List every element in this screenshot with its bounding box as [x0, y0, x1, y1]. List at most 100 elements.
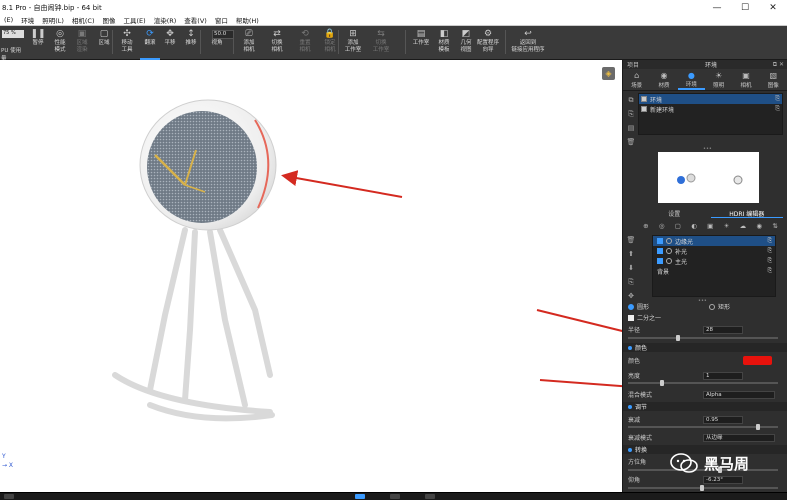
light-visible-checkbox[interactable] [657, 248, 663, 254]
back-to-app-button[interactable]: ↩ 返回到 链接应用程序 [510, 28, 546, 58]
tab-environment[interactable]: ● 环境 [677, 69, 705, 90]
menu-tools[interactable]: 工具(E) [120, 15, 150, 25]
tab-camera[interactable]: ▣ 相机 [732, 69, 759, 90]
color-section-header[interactable]: 颜色 [623, 343, 787, 352]
close-button[interactable]: ✕ [759, 0, 787, 15]
start-icon[interactable] [4, 494, 14, 499]
taskbar-app-icon[interactable] [355, 494, 365, 499]
tab-scene[interactable]: ⌂ 场景 [623, 69, 650, 90]
list-item[interactable]: 环境 ⎘ [639, 94, 782, 104]
tab-materials[interactable]: ◉ 材质 [650, 69, 677, 90]
fov-input[interactable]: 50.0 [212, 30, 234, 39]
menu-render[interactable]: 渲染(R) [150, 15, 181, 25]
tab-image[interactable]: ▧ 图像 [760, 69, 787, 90]
hdri-preview[interactable] [658, 152, 759, 203]
half-checkbox[interactable] [628, 314, 634, 321]
sphere-icon[interactable]: ◉ [756, 222, 762, 231]
elevation-label: 仰角 [628, 477, 641, 484]
menu-view[interactable]: 查看(V) [180, 15, 211, 25]
list-item[interactable]: 新建环境 ⎘ [639, 104, 782, 114]
move-up-icon[interactable]: ⬆ [628, 250, 634, 264]
light-visible-checkbox[interactable] [657, 258, 663, 264]
move-down-icon[interactable]: ⬇ [628, 264, 634, 278]
add-workspace-button[interactable]: ⊞ 添加 工作室 [341, 28, 365, 58]
radius-input[interactable]: 28 [703, 325, 743, 334]
circle-light-icon[interactable]: ◎ [659, 222, 665, 231]
sort-icon[interactable]: ⇅ [772, 222, 777, 231]
slider-handle[interactable] [660, 380, 664, 386]
image-light-icon[interactable]: ▣ [707, 222, 713, 231]
slider-handle[interactable] [756, 424, 760, 430]
render-viewport[interactable]: ◈ Y → X [0, 60, 622, 492]
pause-button[interactable]: ❚❚ 暂停 [26, 28, 50, 58]
viewport-settings-icon[interactable]: ◈ [602, 67, 615, 80]
perf-button[interactable]: ◎ 性能 模式 [48, 28, 72, 58]
slider-handle[interactable] [700, 485, 704, 491]
switch-workspace-button[interactable]: ⇆ 切换 工作室 [369, 28, 393, 58]
shape-circle-radio[interactable] [628, 303, 634, 310]
paste-icon[interactable]: ▤ [628, 124, 635, 138]
adjust-section-header[interactable]: 调节 [623, 402, 787, 411]
env-link-icon[interactable]: ⎘ [775, 105, 780, 113]
rect-light-icon[interactable]: ▢ [675, 222, 681, 231]
menu-image[interactable]: 图像 [99, 15, 120, 25]
lock-icon[interactable]: ⎘ [768, 258, 772, 265]
falloff-mode-select[interactable]: 从边缘 [703, 433, 775, 442]
taskbar-app-icon[interactable] [425, 494, 435, 499]
blend-mode-select[interactable]: Alpha [703, 390, 775, 399]
sky-icon[interactable]: ☁ [740, 222, 747, 231]
config-wizard-button[interactable]: ⚙ 配置程序 向导 [476, 28, 500, 58]
panel-controls[interactable]: ⧉ ✕ [773, 61, 784, 69]
menu-edit[interactable]: (E) [0, 16, 17, 24]
shape-rect-radio[interactable] [709, 303, 716, 310]
add-camera-button[interactable]: ⎚ 添加 相机 [237, 28, 261, 58]
list-item[interactable]: 背景 ⎘ [653, 266, 775, 276]
menu-help[interactable]: 帮助(H) [232, 15, 263, 25]
gradient-icon[interactable]: ◐ [691, 222, 697, 231]
delete-icon[interactable]: 🗑 [627, 236, 636, 250]
delete-icon[interactable]: 🗑 [627, 138, 636, 152]
elevation-slider[interactable] [628, 485, 778, 491]
collapse-icon [628, 345, 632, 350]
list-item[interactable]: 边缘光 ⎘ [653, 236, 775, 246]
menu-window[interactable]: 窗口 [211, 15, 232, 25]
lock-icon[interactable]: ⎘ [768, 238, 772, 245]
falloff-slider[interactable] [628, 424, 778, 430]
slider-handle[interactable] [676, 335, 680, 341]
taskbar-app-icon[interactable] [390, 494, 400, 499]
lock-icon[interactable]: ⎘ [768, 268, 772, 275]
list-item[interactable]: 主光 ⎘ [653, 256, 775, 266]
region-cpu-button[interactable]: ▣ 区域 渲染 [70, 28, 94, 58]
geometry-view-button[interactable]: ◩ 几何 视图 [454, 28, 478, 58]
hdri-preview-canvas [677, 173, 743, 185]
menu-lighting[interactable]: 照明(L) [38, 15, 68, 25]
brightness-slider[interactable] [628, 380, 778, 386]
tab-settings[interactable]: 设置 [638, 209, 711, 218]
add-light-icon[interactable]: ⊕ [643, 222, 648, 231]
maximize-button[interactable]: ☐ [731, 0, 759, 15]
studio-button[interactable]: ▤ 工作室 [409, 28, 433, 58]
menu-camera[interactable]: 相机(C) [68, 15, 99, 25]
material-template-button[interactable]: ◧ 材质 模板 [432, 28, 456, 58]
minimize-button[interactable]: — [703, 0, 731, 15]
duplicate-icon[interactable]: ⎘ [628, 278, 634, 292]
falloff-input[interactable]: 0.95 [703, 415, 743, 424]
duplicate-icon[interactable]: ⎘ [628, 110, 634, 124]
light-visible-checkbox[interactable] [657, 238, 663, 244]
cpu-usage-select[interactable]: 75 % [2, 30, 24, 38]
list-item[interactable]: 补光 ⎘ [653, 246, 775, 256]
color-swatch[interactable] [743, 356, 772, 365]
copy-icon[interactable]: ⧉ [629, 96, 634, 110]
elevation-input[interactable]: -6.23° [703, 475, 743, 484]
tab-hdri-editor[interactable]: HDRI 编辑器 [710, 209, 783, 218]
move-button[interactable]: ✣ 移动 工具 [115, 28, 139, 58]
sun-light-icon[interactable]: ☀ [724, 222, 730, 231]
switch-camera-button[interactable]: ⇄ 切换 相机 [265, 28, 289, 58]
lock-icon[interactable]: ⎘ [768, 248, 772, 255]
env-link-icon[interactable]: ⎘ [775, 95, 780, 103]
brightness-input[interactable]: 1 [703, 371, 743, 380]
radius-slider[interactable] [628, 335, 778, 341]
tab-lighting[interactable]: ☀ 照明 [705, 69, 732, 90]
menu-environment[interactable]: 环境 [17, 15, 38, 25]
reset-camera-button[interactable]: ⟲ 重置 相机 [293, 28, 317, 58]
